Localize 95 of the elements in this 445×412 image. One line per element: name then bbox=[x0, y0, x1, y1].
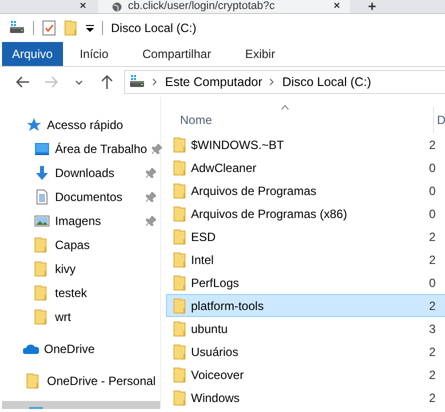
folder-icon bbox=[173, 228, 186, 244]
nav-item[interactable]: testek bbox=[0, 281, 160, 305]
date-cell-text: 2 bbox=[428, 138, 436, 152]
star-icon bbox=[26, 117, 42, 133]
file-name: AdwCleaner bbox=[191, 160, 256, 174]
file-name: Voiceover bbox=[191, 368, 244, 382]
breadcrumb-item[interactable]: Disco Local (C:) bbox=[282, 75, 372, 89]
file-name: Intel bbox=[191, 252, 214, 266]
file-row[interactable]: ESD 2 bbox=[166, 225, 445, 248]
file-row[interactable]: AdwCleaner 0 bbox=[166, 156, 445, 179]
chevron-right-icon bbox=[152, 78, 158, 86]
file-name: Usuários bbox=[191, 344, 238, 358]
folder-icon bbox=[173, 390, 186, 406]
browser-tab[interactable]: cb.click/user/login/cryptotab?c × bbox=[98, 0, 350, 13]
nav-item[interactable]: OneDrive - Personal bbox=[0, 369, 160, 393]
folder-icon bbox=[173, 206, 186, 222]
nav-item[interactable]: Imagens bbox=[0, 209, 160, 233]
file-row[interactable]: Arquivos de Programas 0 bbox=[166, 179, 445, 202]
tab-close-button[interactable]: × bbox=[76, 0, 90, 13]
file-name: $WINDOWS.~BT bbox=[191, 138, 284, 152]
tab-close-button[interactable]: × bbox=[334, 0, 340, 13]
checked-document-icon[interactable] bbox=[42, 20, 56, 36]
date-cell-text: 0 bbox=[428, 160, 436, 174]
drive-icon bbox=[129, 74, 145, 90]
file-row[interactable]: Intel 2 bbox=[166, 248, 445, 271]
folder-icon bbox=[173, 252, 186, 268]
nav-item[interactable]: Área de Trabalho bbox=[0, 137, 160, 161]
window-title: Disco Local (C:) bbox=[111, 21, 196, 35]
column-header[interactable]: D bbox=[433, 107, 445, 133]
dropdown-caret-icon[interactable] bbox=[86, 24, 94, 32]
address-bar[interactable]: Este Computador Disco Local (C:) bbox=[124, 70, 445, 94]
nav-item[interactable]: kivy bbox=[0, 257, 160, 281]
file-row[interactable]: ubuntu 3 bbox=[166, 317, 445, 340]
date-cell-text: 2 bbox=[428, 230, 436, 244]
folder-icon[interactable] bbox=[64, 20, 78, 36]
new-tab-button[interactable]: + bbox=[368, 0, 376, 13]
file-name: PerfLogs bbox=[191, 276, 240, 290]
tab-title: cb.click/user/login/cryptotab?c bbox=[128, 0, 275, 13]
file-name: ubuntu bbox=[191, 322, 228, 336]
file-row[interactable]: Arquivos de Programas (x86) 0 bbox=[166, 202, 445, 225]
file-row[interactable]: Voiceover 2 bbox=[166, 363, 445, 386]
folder-icon bbox=[173, 182, 186, 198]
date-cell-text: 3 bbox=[428, 322, 436, 336]
nav-item[interactable]: Capas bbox=[0, 233, 160, 257]
folder-icon bbox=[173, 136, 186, 152]
ribbon-tab[interactable]: Exibir bbox=[228, 42, 292, 66]
pin-icon[interactable] bbox=[152, 144, 162, 154]
date-cell-text: 0 bbox=[428, 206, 436, 220]
drive-icon[interactable] bbox=[9, 20, 25, 36]
nav-item[interactable]: Downloads bbox=[0, 161, 160, 185]
nav-item[interactable]: Documentos bbox=[0, 185, 160, 209]
folder-icon bbox=[173, 366, 186, 382]
folder-icon bbox=[173, 274, 186, 290]
date-cell-text: 2 bbox=[428, 344, 436, 358]
picture-icon bbox=[34, 213, 50, 229]
file-row[interactable]: PerfLogs 0 bbox=[166, 271, 445, 294]
pin-icon[interactable] bbox=[146, 168, 156, 178]
breadcrumb-item[interactable]: Este Computador bbox=[165, 75, 262, 89]
ribbon-tab[interactable]: Início bbox=[62, 42, 126, 66]
date-cell-text: 2 bbox=[428, 390, 436, 404]
file-row[interactable]: Usuários 2 bbox=[166, 340, 445, 363]
back-arrow-icon[interactable] bbox=[15, 74, 31, 90]
file-row[interactable]: Windows 2 bbox=[166, 386, 445, 409]
globe-icon bbox=[112, 2, 122, 12]
file-row[interactable]: $WINDOWS.~BT 2 bbox=[166, 133, 445, 156]
selected-file-row[interactable]: platform-tools 2 bbox=[166, 294, 445, 317]
file-name: platform-tools bbox=[191, 298, 264, 312]
download-arrow-icon bbox=[34, 165, 50, 181]
file-name: Arquivos de Programas bbox=[191, 184, 316, 198]
chevron-down-icon[interactable] bbox=[75, 78, 83, 86]
chevron-right-icon bbox=[269, 78, 276, 86]
folder-icon bbox=[173, 160, 186, 176]
file-name: Windows bbox=[191, 390, 240, 404]
date-cell-text: 0 bbox=[428, 184, 436, 198]
date-cell-text: 2 bbox=[428, 298, 436, 312]
folder-icon bbox=[173, 320, 186, 336]
date-cell-text: 2 bbox=[428, 252, 436, 266]
nav-item[interactable]: OneDrive bbox=[0, 337, 160, 361]
file-name: Arquivos de Programas (x86) bbox=[191, 206, 348, 220]
pin-icon[interactable] bbox=[146, 216, 156, 226]
sort-up-icon[interactable] bbox=[281, 105, 289, 110]
nav-item[interactable]: Acesso rápido bbox=[0, 113, 160, 137]
folder-icon bbox=[173, 344, 186, 360]
folder-icon bbox=[173, 298, 186, 314]
up-arrow-icon[interactable] bbox=[99, 74, 115, 90]
ribbon-tab[interactable]: Compartilhar bbox=[125, 42, 228, 66]
nav-item[interactable]: wrt bbox=[0, 305, 160, 329]
date-cell-text: 0 bbox=[428, 276, 436, 290]
ribbon-tab[interactable]: Arquivo bbox=[2, 42, 63, 66]
date-cell-text: 2 bbox=[428, 368, 436, 382]
column-header[interactable]: Nome bbox=[161, 113, 433, 127]
file-name: ESD bbox=[191, 230, 216, 244]
desktop-icon bbox=[34, 141, 50, 157]
pin-icon[interactable] bbox=[146, 192, 156, 202]
document-icon bbox=[34, 189, 50, 205]
